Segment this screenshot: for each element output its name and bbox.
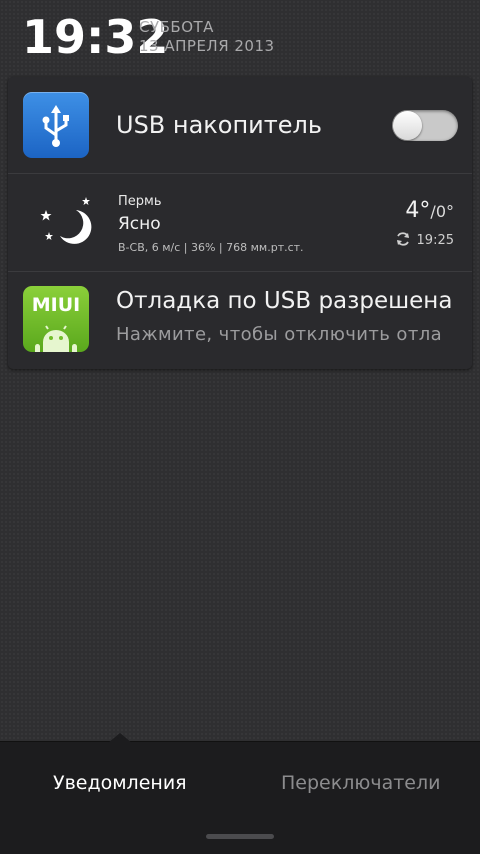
refresh-icon[interactable] xyxy=(395,232,417,248)
date-block: СУББОТА 13 АПРЕЛЯ 2013 xyxy=(139,18,275,56)
temp-high: 4° xyxy=(405,198,431,223)
drag-handle[interactable] xyxy=(206,834,274,839)
weather-updated-time: 19:25 xyxy=(416,233,454,248)
tab-switches[interactable]: Переключатели xyxy=(281,772,440,794)
usb-storage-toggle[interactable] xyxy=(392,110,458,141)
weather-update: 19:25 xyxy=(395,231,454,248)
toggle-knob xyxy=(393,111,422,140)
moon-stars-icon xyxy=(38,194,98,254)
usb-storage-label: USB накопитель xyxy=(116,111,322,139)
status-header: 19:32 СУББОТА 13 АПРЕЛЯ 2013 xyxy=(0,0,480,72)
day-of-week: СУББОТА xyxy=(139,18,214,36)
usb-debug-title: Отладка по USB разрешена xyxy=(116,288,453,314)
usb-storage-notification[interactable]: USB накопитель xyxy=(8,77,472,173)
notification-panel: USB накопитель Пермь Ясно В-СВ, 6 м/с | … xyxy=(8,77,472,369)
usb-debug-notification[interactable]: MIUI Отладка по USB разрешена Нажмите, ч… xyxy=(8,272,472,369)
weather-notification[interactable]: Пермь Ясно В-СВ, 6 м/с | 36% | 768 мм.рт… xyxy=(8,174,472,271)
weather-condition: Ясно xyxy=(118,214,161,234)
weather-details: В-СВ, 6 м/с | 36% | 768 мм.рт.ст. xyxy=(118,241,304,254)
temp-low: 0° xyxy=(435,202,454,221)
bottom-tab-bar: Уведомления Переключатели xyxy=(0,733,480,854)
tab-notifications[interactable]: Уведомления xyxy=(53,772,187,794)
active-tab-pointer xyxy=(108,733,132,743)
usb-debug-subtitle: Нажмите, чтобы отключить отла xyxy=(116,324,443,345)
miui-android-icon: MIUI xyxy=(23,286,89,352)
usb-icon xyxy=(23,92,89,158)
weather-temperature: 4°/0° xyxy=(405,198,454,223)
date: 13 АПРЕЛЯ 2013 xyxy=(139,37,275,55)
weather-city: Пермь xyxy=(118,194,162,209)
